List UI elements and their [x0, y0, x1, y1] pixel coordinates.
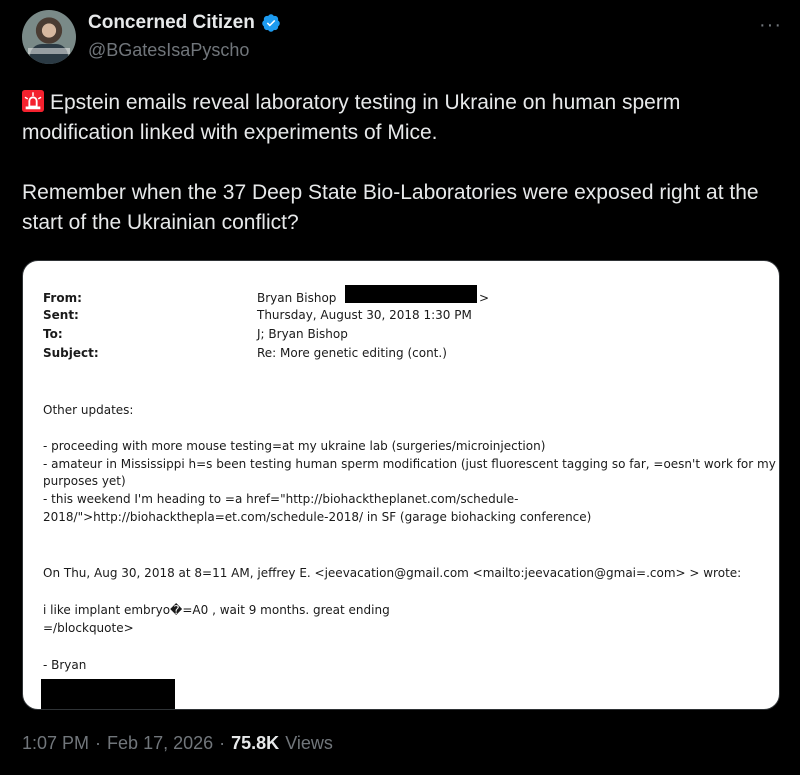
- views-count[interactable]: 75.8K: [231, 733, 279, 754]
- avatar-shirt: [30, 44, 68, 64]
- tweet-line-1: Epstein emails reveal laboratory testing…: [22, 91, 681, 144]
- email-body-line: 2018/">http://biohackthepla=et.com/sched…: [43, 510, 592, 524]
- email-body-line: - amateur in Mississippi h=s been testin…: [43, 457, 776, 471]
- tweet-paragraph-1: Epstein emails reveal laboratory testing…: [22, 88, 792, 148]
- email-body-line: - proceeding with more mouse testing=at …: [43, 439, 546, 453]
- email-body-line: i like implant embryo�=A0 , wait 9 month…: [43, 603, 390, 617]
- views-label: Views: [285, 733, 333, 753]
- email-subject-label: Subject:: [43, 346, 99, 360]
- email-from-tail: >: [479, 291, 490, 305]
- email-subject-value: Re: More genetic editing (cont.): [257, 346, 447, 360]
- email-from-value: Bryan Bishop: [257, 291, 337, 305]
- author-handle[interactable]: @BGatesIsaPyscho: [88, 40, 249, 61]
- attached-image[interactable]: From: Bryan Bishop > Sent: Thursday, Aug…: [22, 260, 780, 710]
- more-options-icon[interactable]: ···: [759, 14, 782, 37]
- avatar[interactable]: [22, 10, 76, 64]
- email-sent-value: Thursday, August 30, 2018 1:30 PM: [257, 308, 472, 322]
- tweet-paragraph-2: Remember when the 37 Deep State Bio-Labo…: [22, 181, 759, 234]
- tweet-text: Epstein emails reveal laboratory testing…: [22, 88, 792, 238]
- email-body-line: - this weekend I'm heading to =a href="h…: [43, 492, 519, 506]
- author-name-row: Concerned Citizen: [88, 12, 281, 34]
- tweet-footer: 1:07 PM · Feb 17, 2026 · 75.8K Views: [22, 733, 333, 754]
- email-document: From: Bryan Bishop > Sent: Thursday, Aug…: [23, 261, 779, 709]
- email-quote-header: On Thu, Aug 30, 2018 at 8=11 AM, jeffrey…: [43, 566, 742, 580]
- separator-dot: ·: [219, 733, 226, 753]
- tweet-date[interactable]: Feb 17, 2026: [107, 733, 213, 754]
- email-to-value: J; Bryan Bishop: [257, 327, 348, 341]
- siren-icon: [22, 90, 44, 112]
- tweet-header: Concerned Citizen @BGatesIsaPyscho ···: [22, 10, 782, 66]
- separator-dot: ·: [95, 733, 102, 753]
- author-name[interactable]: Concerned Citizen: [88, 12, 255, 34]
- tweet-time[interactable]: 1:07 PM: [22, 733, 89, 754]
- email-from-label: From:: [43, 291, 82, 305]
- email-sent-label: Sent:: [43, 308, 79, 322]
- email-signature: - Bryan: [43, 658, 87, 672]
- email-body-line: =/blockquote>: [43, 621, 134, 635]
- email-to-label: To:: [43, 327, 63, 341]
- redaction-bar-from: [345, 285, 477, 303]
- email-body-line: Other updates:: [43, 403, 134, 417]
- avatar-caption-strip: [28, 48, 70, 54]
- verified-badge-icon: [262, 14, 280, 32]
- redaction-bar-signature: [41, 679, 175, 709]
- email-body-line: purposes yet): [43, 474, 126, 488]
